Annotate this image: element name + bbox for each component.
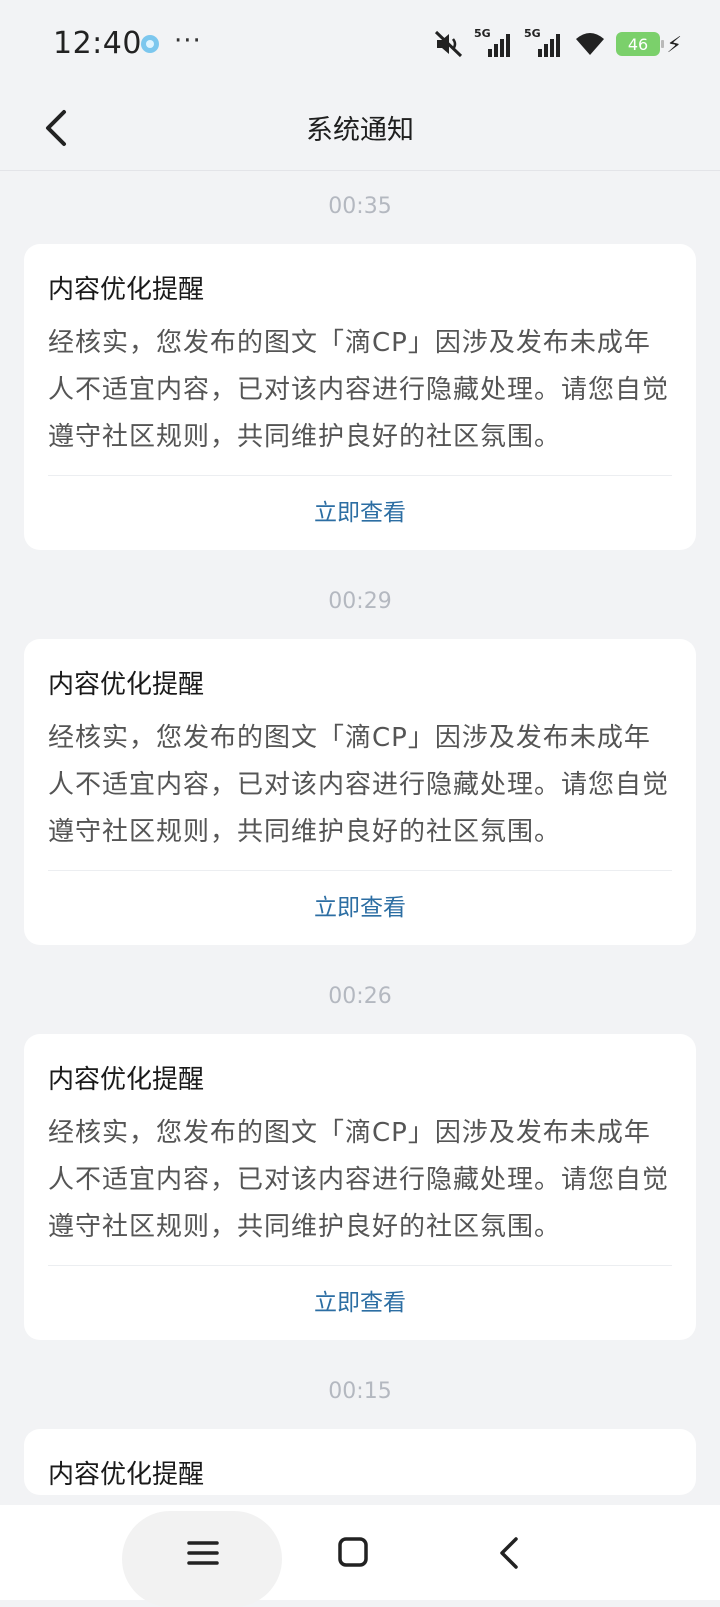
battery-indicator: 46 — [616, 32, 664, 56]
notification-card: 内容优化提醒 经核实，您发布的图文「滴CP」因涉及发布未成年人不适宜内容，已对该… — [24, 1034, 696, 1340]
notification-timestamp: 00:29 — [328, 589, 392, 614]
system-navigation-bar — [0, 1505, 720, 1607]
nav-bar: 系统通知 — [0, 88, 720, 171]
more-notifications-indicator: ··· — [174, 26, 202, 56]
notification-timestamp: 00:26 — [328, 984, 392, 1009]
page-title: 系统通知 — [306, 115, 414, 146]
status-icons: 5G 5G 46 — [434, 27, 664, 60]
view-now-button[interactable]: 立即查看 — [48, 871, 672, 945]
notification-card: 内容优化提醒 经核实，您发布的图文「滴CP」因涉及发布未成年人不适宜内容，已对该… — [24, 639, 696, 945]
hamburger-menu-icon[interactable] — [183, 1535, 223, 1571]
cellular-signal-1-icon: 5G — [474, 27, 514, 57]
notification-card: 内容优化提醒 — [24, 1429, 696, 1495]
notification-card: 内容优化提醒 经核实，您发布的图文「滴CP」因涉及发布未成年人不适宜内容，已对该… — [24, 244, 696, 550]
notification-title: 内容优化提醒 — [48, 275, 205, 305]
notification-title: 内容优化提醒 — [48, 670, 205, 700]
notification-body: 经核实，您发布的图文「滴CP」因涉及发布未成年人不适宜内容，已对该内容进行隐藏处… — [48, 723, 670, 847]
app-notification-icon — [141, 35, 159, 53]
notification-title: 内容优化提醒 — [48, 1065, 205, 1095]
notification-group: 00:29 内容优化提醒 经核实，您发布的图文「滴CP」因涉及发布未成年人不适宜… — [24, 582, 696, 945]
mute-icon — [434, 30, 463, 58]
wifi-icon — [576, 33, 604, 55]
notification-group: 00:26 内容优化提醒 经核实，您发布的图文「滴CP」因涉及发布未成年人不适宜… — [24, 977, 696, 1340]
notification-timestamp: 00:35 — [328, 194, 392, 219]
notification-body: 经核实，您发布的图文「滴CP」因涉及发布未成年人不适宜内容，已对该内容进行隐藏处… — [48, 328, 670, 452]
home-square-icon[interactable] — [333, 1535, 373, 1571]
notification-body: 经核实，您发布的图文「滴CP」因涉及发布未成年人不适宜内容，已对该内容进行隐藏处… — [48, 1118, 670, 1242]
notification-timestamp: 00:15 — [328, 1379, 392, 1404]
notification-group: 00:35 内容优化提醒 经核实，您发布的图文「滴CP」因涉及发布未成年人不适宜… — [24, 187, 696, 550]
notification-group: 00:15 内容优化提醒 — [24, 1372, 696, 1495]
cellular-signal-2-icon: 5G — [524, 27, 564, 57]
view-now-button[interactable]: 立即查看 — [48, 1266, 672, 1340]
system-back-icon[interactable] — [490, 1535, 530, 1571]
charging-icon: ⚡ — [666, 33, 682, 58]
view-now-button[interactable]: 立即查看 — [48, 476, 672, 550]
notification-title: 内容优化提醒 — [48, 1460, 205, 1490]
notification-list[interactable]: 00:35 内容优化提醒 经核实，您发布的图文「滴CP」因涉及发布未成年人不适宜… — [0, 171, 720, 1505]
status-bar: 12:40 ··· 5G 5G 46 ⚡ — [0, 0, 720, 88]
status-time: 12:40 — [53, 26, 142, 61]
